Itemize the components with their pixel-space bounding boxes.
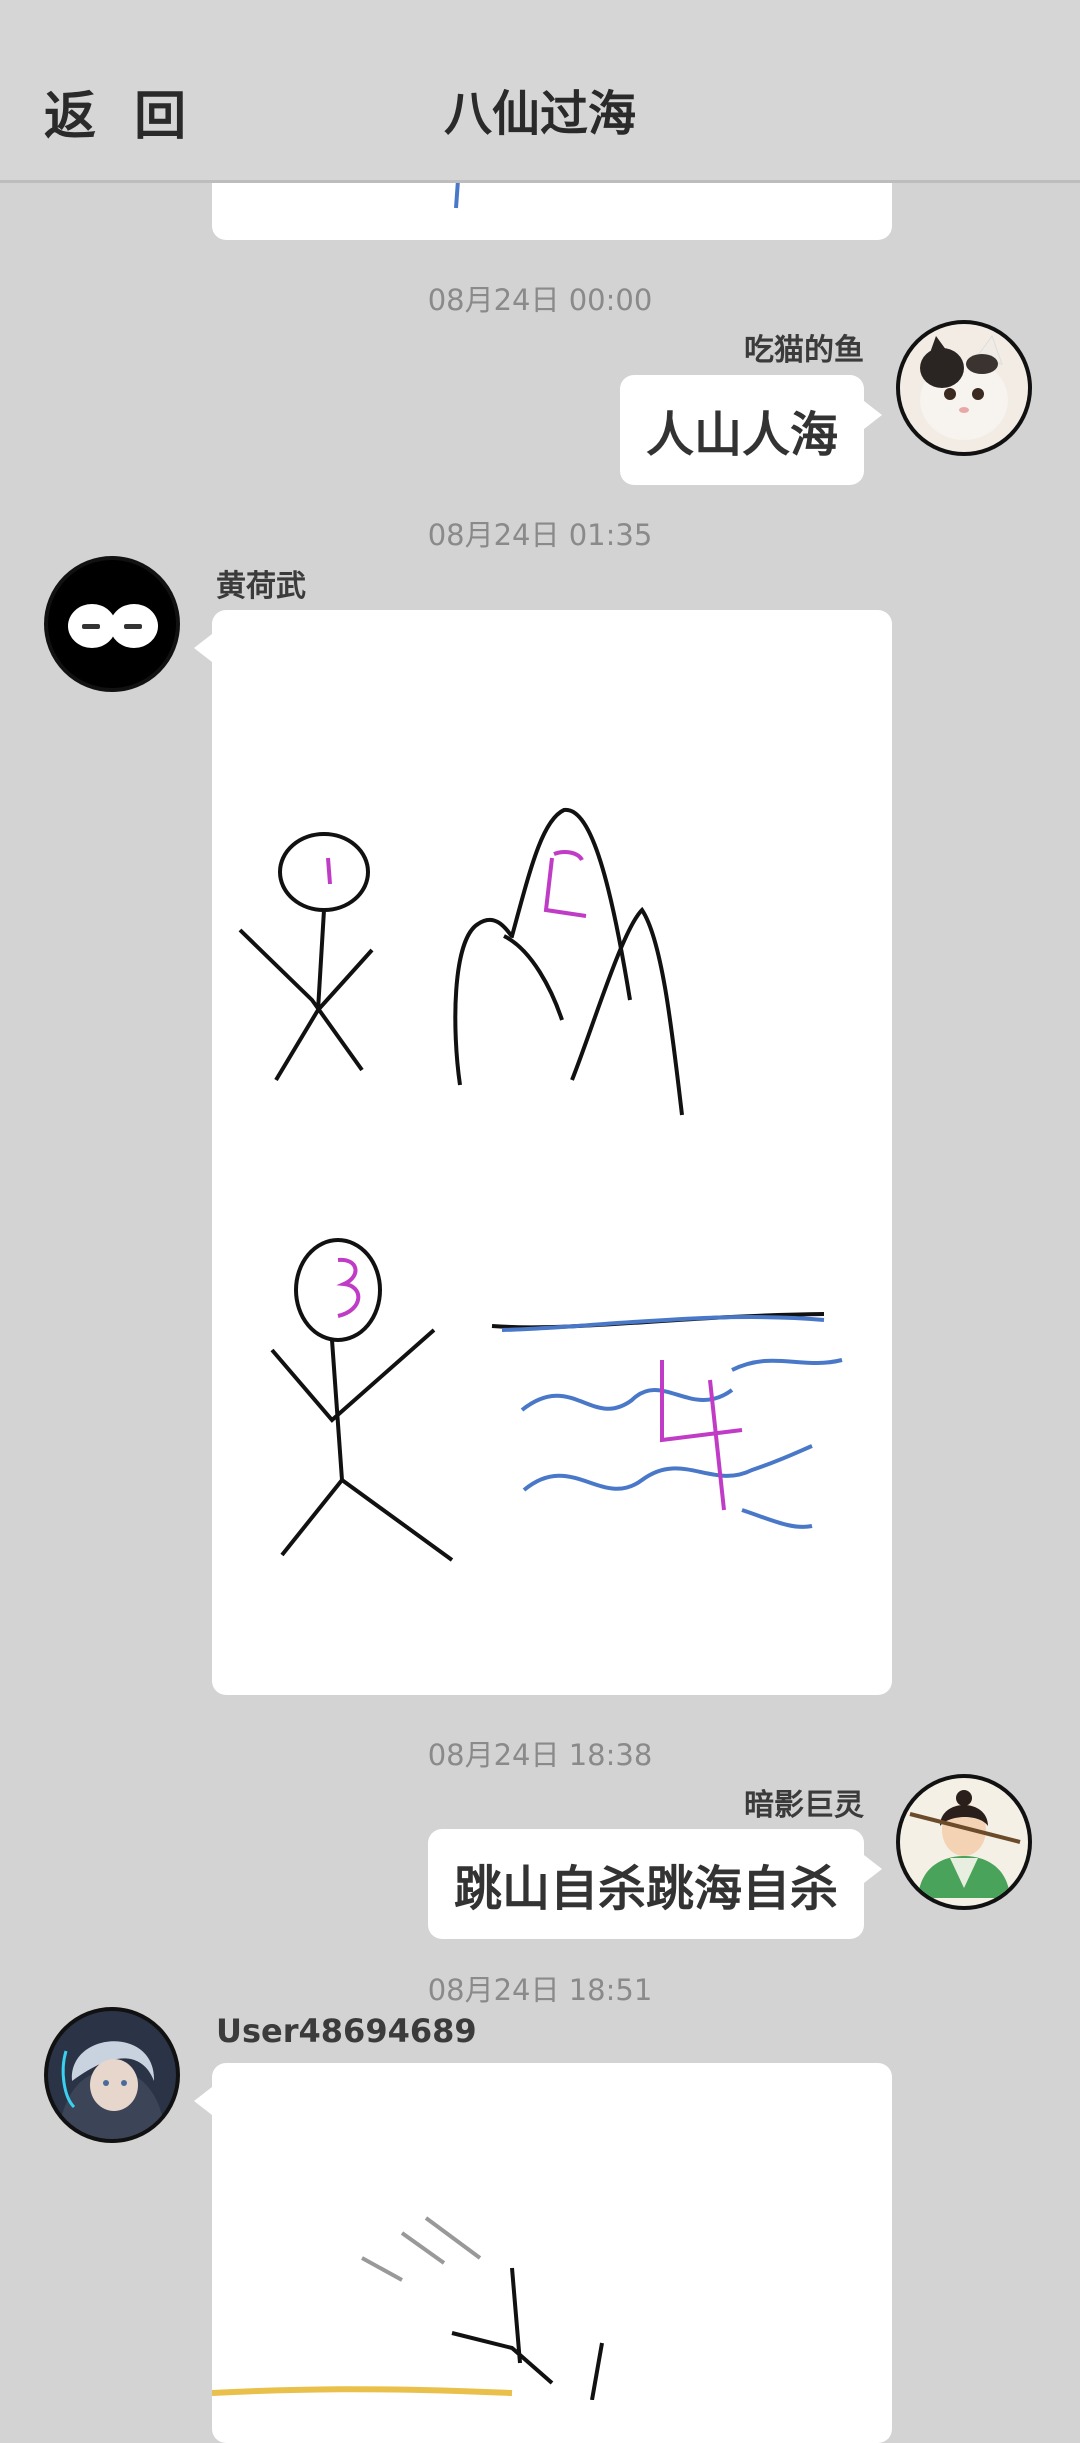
timestamp: 08月24日 01:35 [427, 518, 653, 552]
drawing-bubble[interactable] [194, 2063, 892, 2443]
message-bubble[interactable]: 人山人海 [619, 375, 883, 485]
message-text: 人山人海 [645, 407, 838, 463]
timestamp: 08月24日 18:51 [427, 1973, 653, 2007]
silver-hair-avatar-icon[interactable] [44, 2007, 180, 2143]
cat-avatar-icon[interactable] [896, 320, 1032, 456]
sender-name: 吃猫的鱼 [744, 333, 864, 368]
chat-content: 08月24日 00:00 吃猫的鱼 人山人海 08月24日 01:35 黄荷武 [0, 0, 1080, 2443]
timestamp: 08月24日 00:00 [427, 283, 653, 317]
timestamp: 08月24日 18:38 [427, 1738, 653, 1772]
top-bar: 返 回 八仙过海 [0, 0, 1080, 183]
drawing-canvas [211, 2216, 604, 2401]
sender-name: 黄荷武 [216, 569, 306, 604]
message-bubble[interactable]: 跳山自杀跳海自杀 [427, 1829, 883, 1939]
drawing-canvas [238, 807, 843, 1562]
page-title: 八仙过海 [443, 86, 636, 142]
sender-name: User48694689 [216, 2012, 477, 2050]
message-text: 跳山自杀跳海自杀 [453, 1861, 838, 1917]
sender-name: 暗影巨灵 [744, 1788, 864, 1823]
drawing-bubble[interactable] [194, 610, 892, 1695]
swordsman-avatar-icon[interactable] [896, 1774, 1032, 1910]
black-blob-avatar-icon[interactable] [44, 556, 180, 692]
